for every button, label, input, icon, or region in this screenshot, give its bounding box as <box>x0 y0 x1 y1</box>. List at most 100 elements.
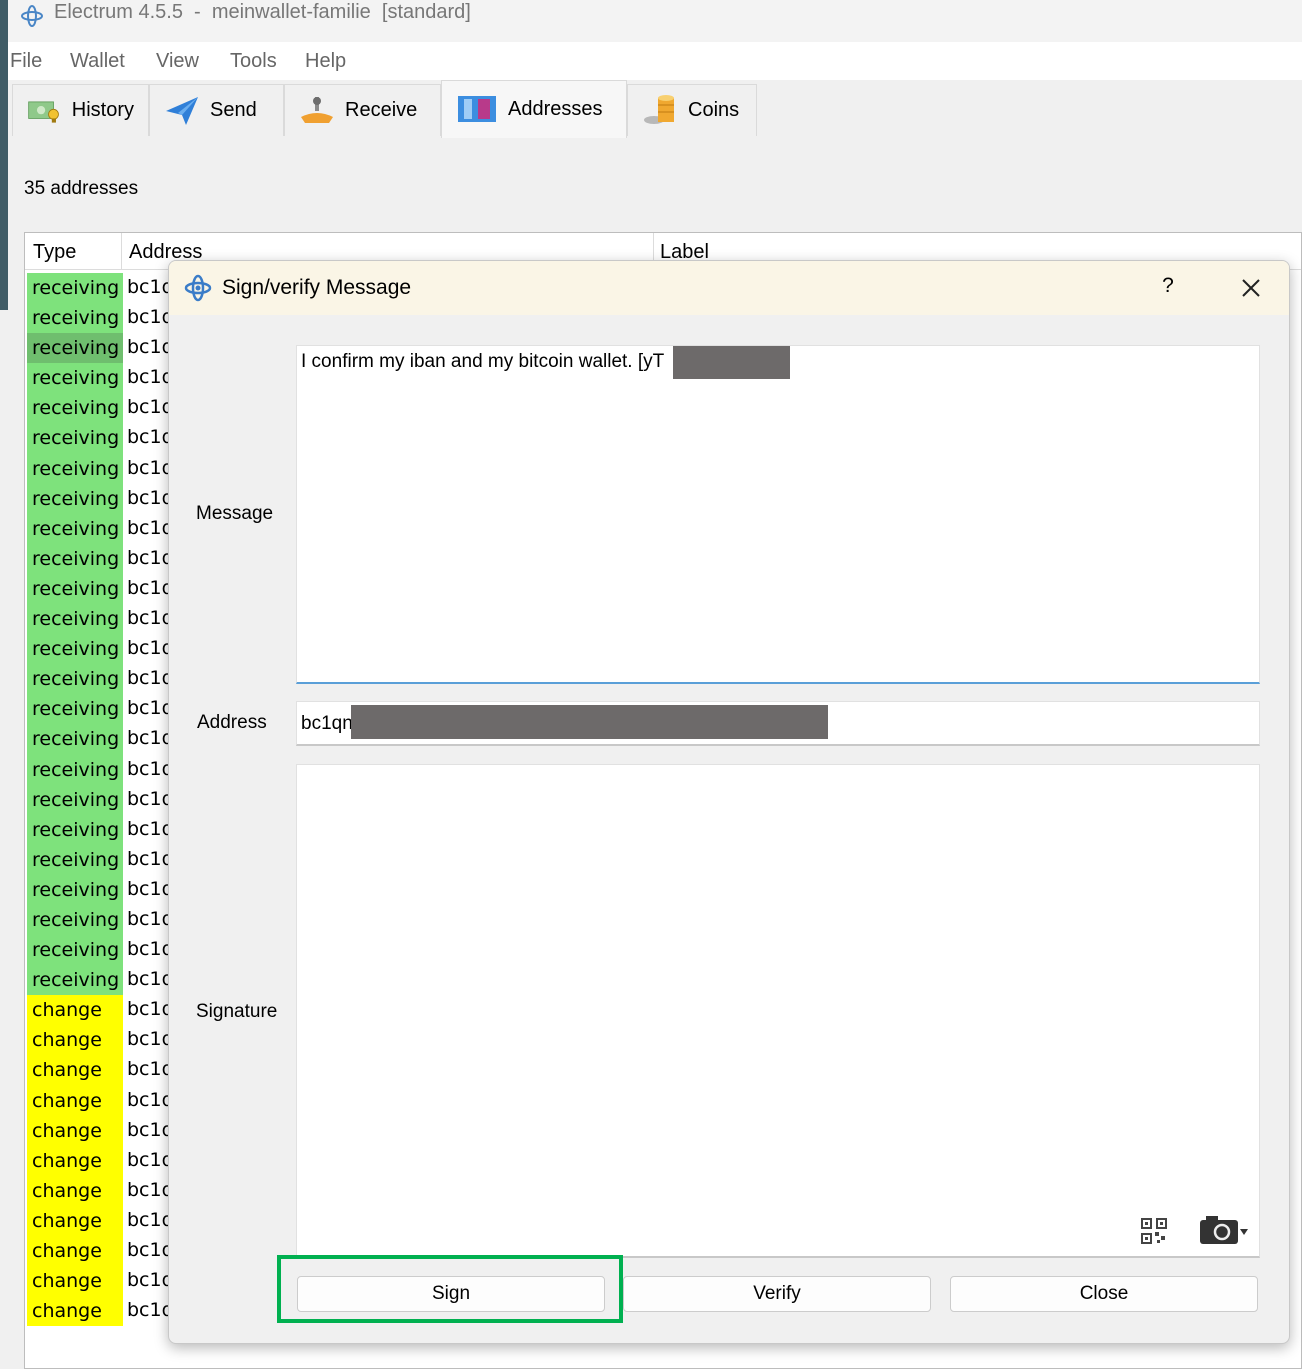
address-cell: bc1q <box>127 637 174 660</box>
address-type-cell: receiving <box>27 754 123 785</box>
menu-help[interactable]: Help <box>305 50 346 73</box>
address-input[interactable]: bc1qn <box>296 701 1260 746</box>
address-cell: bc1q <box>127 276 174 298</box>
address-cell: bc1q <box>127 938 174 961</box>
sign-button-highlight <box>277 1255 623 1323</box>
address-cell: bc1q <box>127 1208 174 1231</box>
signature-input[interactable] <box>296 764 1260 1258</box>
address-cell: bc1q <box>127 1148 174 1171</box>
address-cell: bc1q <box>127 1028 174 1051</box>
help-button[interactable]: ? <box>1154 274 1182 302</box>
address-cell: bc1q <box>127 697 174 720</box>
address-cell: bc1q <box>127 968 174 991</box>
address-type-cell: receiving <box>27 814 123 845</box>
address-cell: bc1q <box>127 847 174 870</box>
address-cell: bc1q <box>127 1239 174 1261</box>
tab-history[interactable]: History <box>12 84 149 136</box>
address-type-cell: receiving <box>27 303 123 334</box>
address-type-cell: receiving <box>27 784 123 815</box>
address-type-cell: change <box>27 1025 123 1056</box>
address-type-cell: change <box>27 1145 123 1176</box>
address-type-cell: receiving <box>27 844 123 875</box>
address-cell: bc1q <box>127 998 174 1021</box>
address-type-cell: receiving <box>27 273 123 304</box>
address-cell: bc1q <box>127 787 174 810</box>
address-type-cell: receiving <box>27 393 123 424</box>
menu-view[interactable]: View <box>156 50 199 73</box>
message-text: I confirm my iban and my bitcoin wallet.… <box>301 351 665 372</box>
verify-button[interactable]: Verify <box>623 1276 931 1312</box>
address-type-cell: change <box>27 1115 123 1146</box>
sign-verify-dialog: Sign/verify Message ? Message I confirm … <box>168 260 1290 1344</box>
address-type-cell: receiving <box>27 935 123 966</box>
tab-coins-label: Coins <box>688 99 740 121</box>
address-type-cell: change <box>27 1266 123 1297</box>
column-type[interactable]: Type <box>33 241 76 264</box>
close-button[interactable]: Close <box>950 1276 1258 1312</box>
send-icon <box>166 96 198 125</box>
address-cell: bc1q <box>127 667 174 690</box>
address-type-cell: receiving <box>27 573 123 605</box>
close-icon[interactable] <box>1234 271 1268 305</box>
history-icon <box>28 100 59 123</box>
receive-icon <box>301 96 333 123</box>
address-type-cell: change <box>27 1175 123 1206</box>
address-type-cell: change <box>27 1236 123 1267</box>
address-cell: bc1q <box>127 727 174 750</box>
tab-send-label: Send <box>210 99 257 121</box>
address-type-cell: receiving <box>27 724 123 755</box>
address-cell: bc1q <box>127 396 174 419</box>
address-type-cell: change <box>27 1055 123 1086</box>
tab-addresses-label: Addresses <box>508 98 603 120</box>
address-type-cell: receiving <box>27 694 123 725</box>
address-type-cell: receiving <box>27 543 123 574</box>
address-text: bc1qn <box>301 713 353 734</box>
address-cell: bc1q <box>127 1269 174 1292</box>
menu-wallet[interactable]: Wallet <box>70 50 125 73</box>
column-divider <box>121 233 122 269</box>
address-cell: bc1q <box>127 1118 174 1141</box>
message-input[interactable]: I confirm my iban and my bitcoin wallet.… <box>296 345 1260 684</box>
address-cell: bc1q <box>127 576 174 599</box>
address-cell: bc1q <box>127 306 174 329</box>
address-type-cell: receiving <box>27 874 123 905</box>
desktop-edge <box>0 0 8 310</box>
address-cell: bc1q <box>127 877 174 900</box>
menu-tools[interactable]: Tools <box>230 50 277 73</box>
address-type-cell: receiving <box>27 333 123 364</box>
window-title: Electrum 4.5.5 - meinwallet-familie [sta… <box>54 1 471 23</box>
address-cell: bc1q <box>127 907 174 930</box>
tab-coins[interactable]: Coins <box>627 84 757 136</box>
address-type-cell: change <box>27 1205 123 1236</box>
address-type-cell: receiving <box>27 453 123 484</box>
address-cell: bc1q <box>127 1299 174 1322</box>
address-type-cell: change <box>27 995 123 1026</box>
address-type-cell: receiving <box>27 965 123 996</box>
address-type-cell: change <box>27 1296 123 1327</box>
electrum-logo-icon <box>21 5 43 27</box>
qr-code-icon[interactable] <box>1140 1217 1168 1245</box>
address-type-cell: receiving <box>27 423 123 454</box>
menu-file[interactable]: File <box>10 50 42 73</box>
address-cell: bc1q <box>127 426 174 449</box>
address-cell: bc1q <box>127 1178 174 1201</box>
address-type-cell: receiving <box>27 513 123 544</box>
window-titlebar: Electrum 4.5.5 - meinwallet-familie [sta… <box>8 0 1302 42</box>
dialog-titlebar: Sign/verify Message ? <box>169 261 1289 315</box>
address-cell: bc1q <box>127 456 174 479</box>
address-count: 35 addresses <box>24 178 139 199</box>
tab-send[interactable]: Send <box>149 84 284 136</box>
address-type-cell: receiving <box>27 664 123 695</box>
address-type-cell: receiving <box>27 604 123 635</box>
tab-addresses[interactable]: Addresses <box>441 80 627 138</box>
menu-bar: File Wallet View Tools Help <box>8 42 1302 81</box>
camera-icon[interactable] <box>1198 1215 1250 1247</box>
address-cell: bc1q <box>127 546 174 569</box>
tab-receive[interactable]: Receive <box>284 84 441 136</box>
address-type-cell: change <box>27 1085 123 1116</box>
address-type-cell: receiving <box>27 363 123 394</box>
address-label: Address <box>197 712 267 733</box>
tab-history-label: History <box>71 99 134 121</box>
electrum-logo-icon <box>184 274 212 302</box>
message-label: Message <box>196 503 274 524</box>
